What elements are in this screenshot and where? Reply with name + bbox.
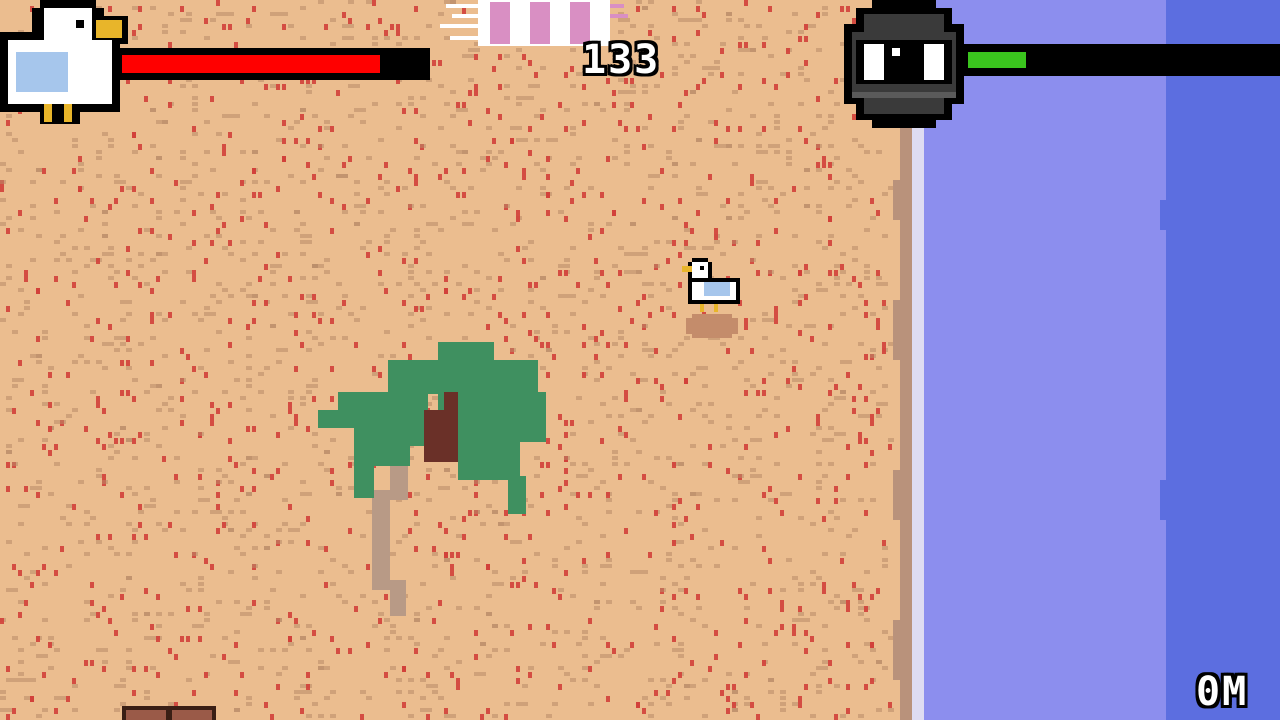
palm-tree bbox=[318, 342, 546, 616]
deep-water bbox=[1166, 0, 1280, 720]
distance-counter: 0M bbox=[1196, 669, 1249, 715]
eye-icon bbox=[844, 0, 964, 128]
score-counter: 133 bbox=[582, 37, 661, 83]
health-bar bbox=[118, 48, 430, 80]
wooden-crate bbox=[122, 706, 216, 720]
detection-bar bbox=[962, 44, 1280, 76]
seagull-icon bbox=[0, 0, 128, 124]
detection-bar-fill bbox=[968, 52, 1026, 68]
health-bar-fill bbox=[122, 55, 380, 73]
beach-scene bbox=[0, 0, 1280, 720]
seagull-sprite[interactable] bbox=[678, 256, 742, 344]
